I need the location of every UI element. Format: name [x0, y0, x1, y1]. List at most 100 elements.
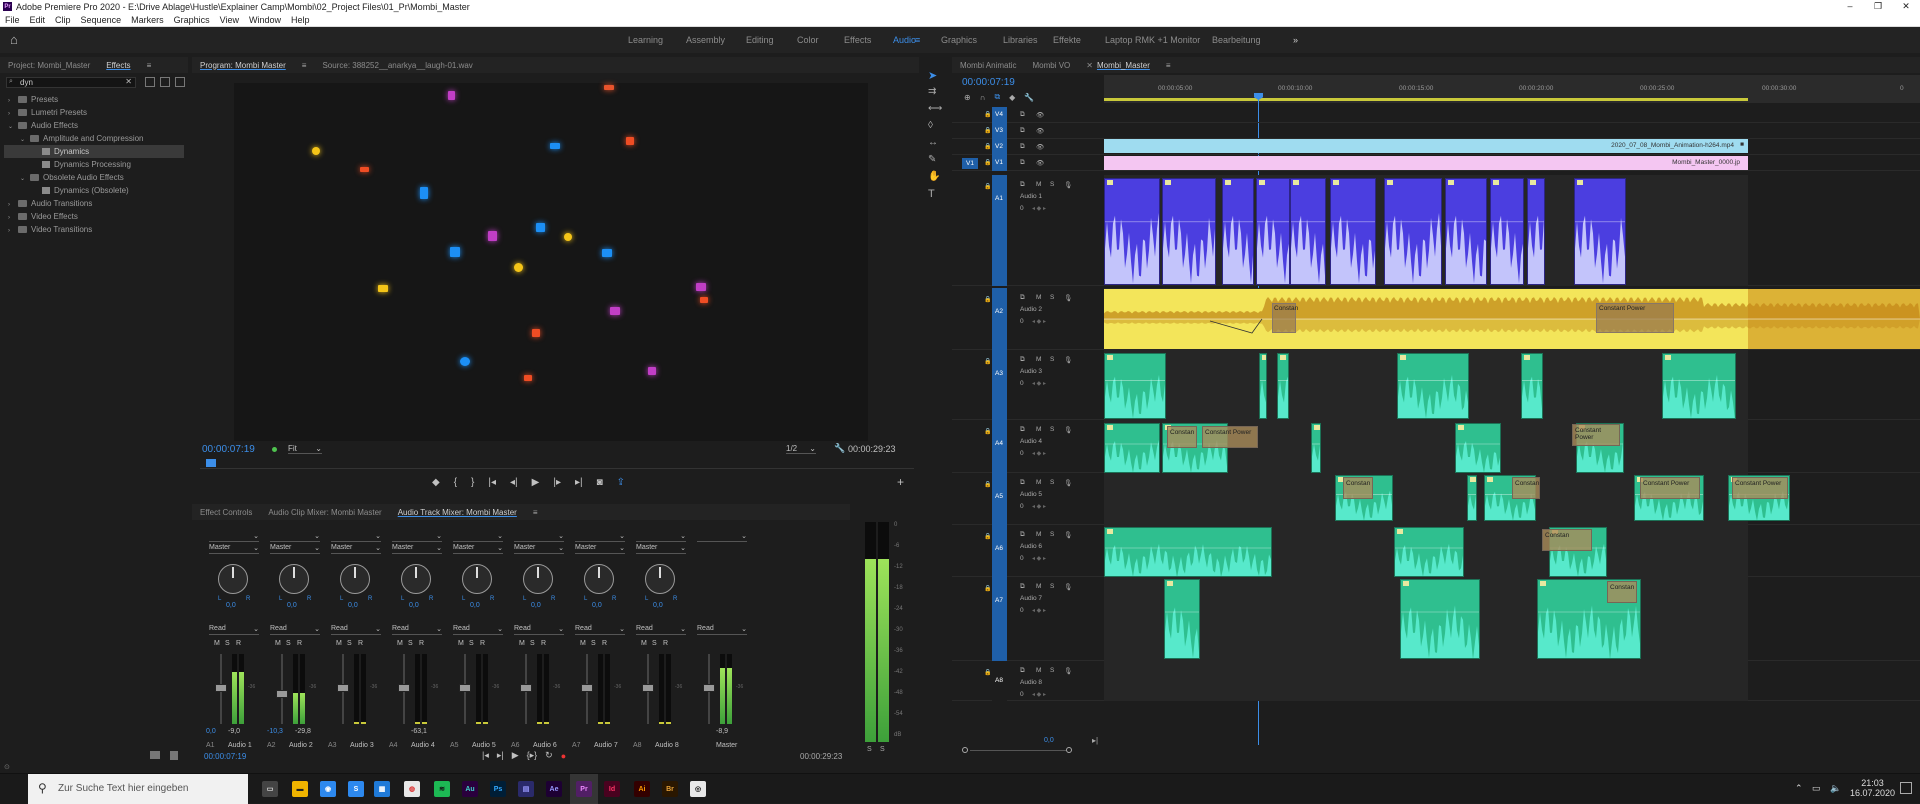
go-to-in-icon[interactable]: |◂ — [488, 477, 496, 488]
go-to-out-icon[interactable]: ▸| — [497, 750, 504, 761]
track-lock-icon[interactable]: 🔒 — [984, 111, 991, 118]
menu-edit[interactable]: Edit — [25, 15, 51, 25]
effects-tree-item[interactable]: › Lumetri Presets — [4, 106, 184, 119]
pan-value[interactable]: 0,0 — [287, 602, 297, 609]
tab-source[interactable]: Source: 388252__anarkya__laugh-01.wav — [314, 61, 480, 70]
mute-button[interactable]: M — [275, 640, 281, 647]
automation-mode-dropdown[interactable]: Read ⌄ — [514, 625, 564, 635]
automation-mode-dropdown[interactable]: Read ⌄ — [209, 625, 259, 635]
menu-clip[interactable]: Clip — [50, 15, 76, 25]
workspace-audio[interactable]: Audio — [893, 35, 916, 45]
solo-right-button[interactable]: S — [880, 746, 885, 753]
channel-name[interactable]: Audio 6 — [533, 742, 557, 749]
output-dropdown[interactable]: Master ⌄ — [575, 544, 625, 554]
loop-icon[interactable]: ↻ — [545, 750, 553, 761]
effects-tree-item[interactable]: Dynamics Processing — [4, 158, 184, 171]
add-button-icon[interactable]: + — [897, 475, 904, 489]
solo-button[interactable]: S — [225, 640, 230, 647]
tab-audio-track-mixer[interactable]: Audio Track Mixer: Mombi Master — [390, 508, 525, 517]
menu-help[interactable]: Help — [286, 15, 315, 25]
output-dropdown[interactable]: Master ⌄ — [270, 544, 320, 554]
audio-transition[interactable]: Constan — [1343, 477, 1373, 499]
input-dropdown[interactable]: ⌄ — [270, 532, 320, 542]
snap-icon[interactable]: ∩ — [980, 93, 986, 102]
track-lock-icon[interactable]: 🔒 — [984, 585, 991, 592]
solo-button[interactable]: S — [347, 640, 352, 647]
taskbar-search-box[interactable]: ⚲ Zur Suche Text hier eingeben — [28, 774, 248, 804]
slip-tool-icon[interactable]: ↔ — [928, 137, 938, 148]
input-dropdown[interactable]: ⌄ — [453, 532, 503, 542]
keyframe-nav-icon[interactable]: ◂ ◆ ▸ — [1032, 555, 1046, 562]
track-target-a3[interactable] — [992, 350, 1007, 420]
close-button[interactable]: ✕ — [1892, 1, 1920, 12]
channel-name[interactable]: Master — [716, 742, 737, 749]
record-arm-button[interactable]: R — [663, 640, 668, 647]
record-arm-button[interactable]: R — [236, 640, 241, 647]
pan-knob[interactable] — [462, 564, 492, 594]
input-dropdown[interactable]: ⌄ — [575, 532, 625, 542]
menu-window[interactable]: Window — [244, 15, 286, 25]
add-marker-icon[interactable]: ◆ — [1009, 93, 1015, 102]
menu-graphics[interactable]: Graphics — [169, 15, 215, 25]
menu-file[interactable]: File — [0, 15, 25, 25]
track-select-tool-icon[interactable]: ⇉ — [928, 86, 936, 97]
task-view-icon[interactable]: ▭ — [262, 781, 278, 797]
camera-icon[interactable]: ◙ — [597, 477, 603, 488]
toggle-sync-icon[interactable]: ⧉ — [1020, 426, 1025, 434]
windows-start-button[interactable] — [0, 774, 26, 804]
type-tool-icon[interactable]: T — [928, 188, 935, 200]
wrench-icon[interactable]: 🔧 — [834, 443, 845, 454]
solo-left-button[interactable]: S — [867, 746, 872, 753]
output-dropdown[interactable]: Master ⌄ — [453, 544, 503, 554]
mute-button[interactable]: M — [1036, 531, 1041, 538]
clear-search-icon[interactable]: ✕ — [125, 77, 132, 86]
mute-button[interactable]: M — [336, 640, 342, 647]
solo-button[interactable]: S — [469, 640, 474, 647]
channel-name[interactable]: Audio 3 — [350, 742, 374, 749]
video-frame[interactable] — [234, 83, 868, 441]
audio-clip[interactable] — [1164, 579, 1200, 659]
pan-value[interactable]: 0,0 — [531, 602, 541, 609]
work-area-bar[interactable] — [1104, 98, 1748, 101]
record-arm-button[interactable]: R — [419, 640, 424, 647]
audio-transition[interactable]: Constant Power — [1202, 426, 1258, 448]
volume-fader[interactable] — [337, 684, 349, 692]
resolution-dropdown[interactable]: 1/2 ⌄ — [786, 444, 816, 454]
clock[interactable]: 21:03 16.07.2020 — [1850, 778, 1895, 798]
illustrator-icon[interactable]: Ai — [634, 781, 650, 797]
channel-name[interactable]: Audio 1 — [228, 742, 252, 749]
timeline-menu-icon[interactable]: ≡ — [1158, 61, 1179, 70]
automation-mode-dropdown[interactable]: Read ⌄ — [270, 625, 320, 635]
mute-button[interactable]: M — [458, 640, 464, 647]
toggle-sync-icon[interactable]: ⧉ — [1020, 143, 1025, 151]
toggle-sync-icon[interactable]: ⧉ — [1020, 294, 1025, 302]
source-patch-v1[interactable]: V1 — [962, 158, 978, 169]
network-icon[interactable]: ▭ — [1812, 783, 1821, 794]
program-timecode[interactable]: 00:00:07:19 — [202, 444, 255, 455]
solo-button[interactable]: S — [530, 640, 535, 647]
mute-button[interactable]: M — [1036, 479, 1041, 486]
tab-effect-controls[interactable]: Effect Controls — [192, 508, 260, 517]
workspace-assembly[interactable]: Assembly — [686, 35, 725, 45]
volume-fader[interactable] — [215, 684, 227, 692]
audio-clip[interactable] — [1397, 353, 1469, 419]
channel-name[interactable]: Audio 5 — [472, 742, 496, 749]
solo-button[interactable]: S — [591, 640, 596, 647]
pan-knob[interactable] — [523, 564, 553, 594]
pan-value[interactable]: 0,0 — [409, 602, 419, 609]
record-arm-button[interactable]: R — [602, 640, 607, 647]
audio-clip[interactable] — [1527, 178, 1545, 285]
mute-button[interactable]: M — [1036, 294, 1041, 301]
audio-clip[interactable] — [1222, 178, 1254, 285]
eye-icon[interactable]: 👁 — [1036, 143, 1044, 151]
audio-clip[interactable] — [1290, 178, 1326, 285]
pan-knob[interactable] — [218, 564, 248, 594]
solo-button[interactable]: S — [408, 640, 413, 647]
track-lock-icon[interactable]: 🔒 — [984, 127, 991, 134]
mic-icon[interactable]: 🎙 — [1064, 294, 1072, 302]
toggle-sync-icon[interactable]: ⧉ — [1020, 667, 1025, 675]
solo-button[interactable]: S — [652, 640, 657, 647]
audio-clip[interactable] — [1521, 353, 1543, 419]
notification-icon[interactable] — [1900, 782, 1912, 794]
app-s-icon[interactable]: S — [348, 781, 364, 797]
